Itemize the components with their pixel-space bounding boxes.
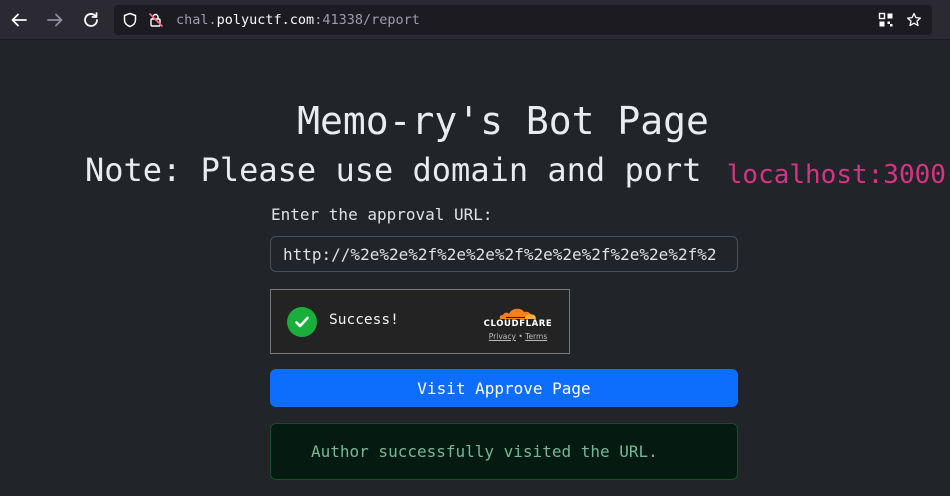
url-text[interactable]: chal.polyuctf.com:41338/report (176, 12, 420, 28)
bookmark-star-icon[interactable] (906, 12, 922, 28)
forward-arrow-icon[interactable] (43, 8, 67, 32)
url-field-label: Enter the approval URL: (271, 205, 493, 224)
insecure-lock-icon[interactable] (148, 12, 164, 28)
privacy-link[interactable]: Privacy (489, 332, 516, 341)
cloudflare-captcha-widget[interactable]: Success! CLOUDFLARE Privacy • Terms (270, 289, 570, 354)
link-separator: • (518, 332, 523, 341)
success-check-icon (287, 307, 317, 337)
success-alert: Author successfully visited the URL. (270, 423, 738, 480)
note-line: Note: Please use domain and port localho… (85, 150, 946, 193)
captcha-links: Privacy • Terms (479, 332, 557, 341)
note-text: Note: Please use domain and port (85, 151, 702, 189)
visit-approve-page-button[interactable]: Visit Approve Page (270, 369, 738, 407)
terms-link[interactable]: Terms (525, 332, 547, 341)
address-bar[interactable]: chal.polyuctf.com:41338/report (114, 5, 932, 35)
shield-icon[interactable] (122, 12, 138, 28)
reload-icon[interactable] (79, 8, 103, 32)
captcha-status: Success! (329, 312, 399, 328)
browser-toolbar: chal.polyuctf.com:41338/report (0, 0, 950, 40)
url-suffix: :41338/report (314, 12, 420, 28)
page-title: Memo-ry's Bot Page (297, 99, 709, 143)
url-domain: polyuctf.com (216, 12, 315, 28)
note-code: localhost:3000 (726, 160, 946, 190)
url-prefix: chal. (176, 12, 217, 28)
back-arrow-icon[interactable] (7, 8, 31, 32)
cloudflare-brand: CLOUDFLARE (483, 319, 553, 329)
qr-code-icon[interactable] (878, 12, 894, 28)
approval-url-input[interactable] (270, 236, 738, 272)
